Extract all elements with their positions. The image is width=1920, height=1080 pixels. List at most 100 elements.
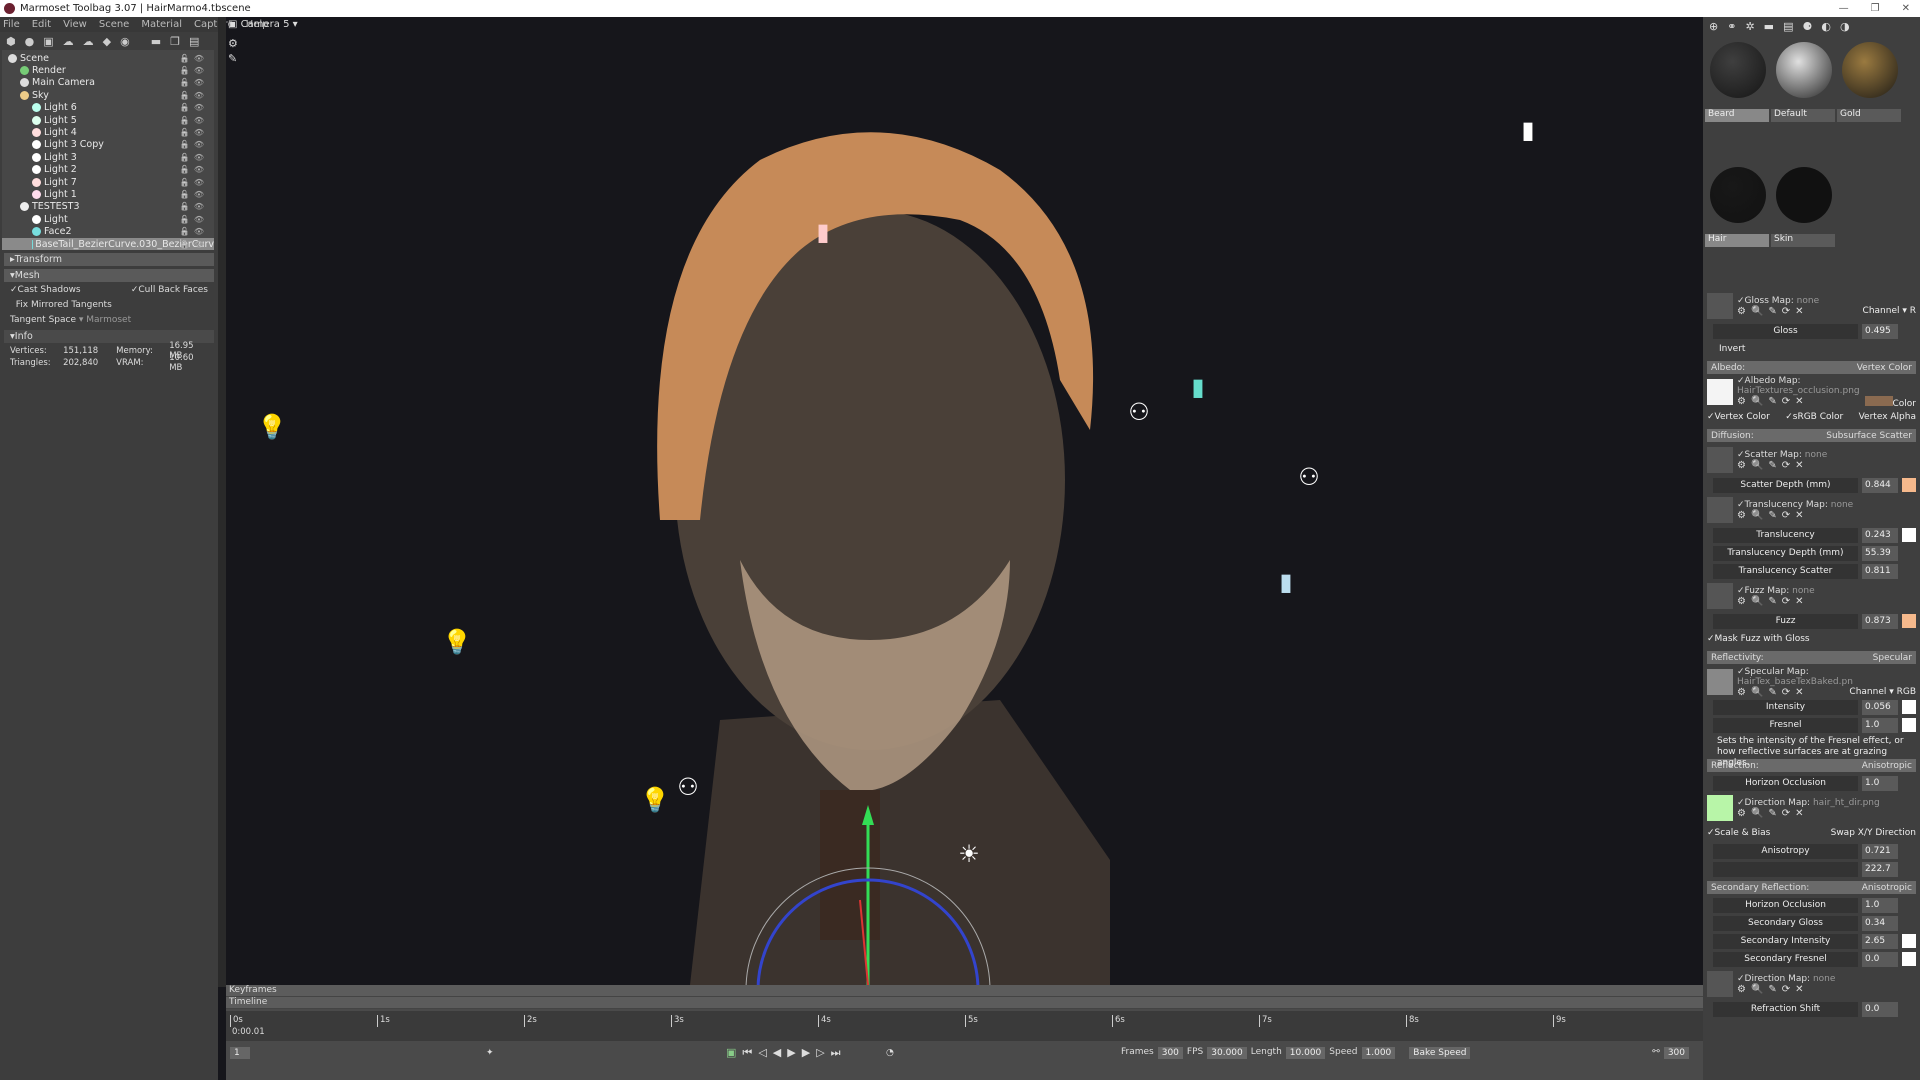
- duplicate-material-icon[interactable]: ⚭: [1727, 20, 1736, 33]
- section-header[interactable]: Diffusion: Subsurface Scatter: [1707, 429, 1916, 442]
- slider-value-field[interactable]: 1.0: [1862, 775, 1898, 791]
- property-slider[interactable]: Intensity: [1713, 699, 1858, 715]
- color-swatch[interactable]: [1864, 395, 1893, 406]
- tangent-space-dropdown[interactable]: ▾ Marmoset: [79, 315, 131, 325]
- sun-light-icon[interactable]: ☀: [958, 840, 980, 868]
- map-tool-icons[interactable]: ⚙🔍✎⟳✕: [1737, 687, 1809, 698]
- texture-thumbnail[interactable]: [1707, 379, 1733, 405]
- step-back-icon[interactable]: ◀: [773, 1046, 787, 1059]
- property-slider[interactable]: Translucency Depth (mm): [1713, 545, 1858, 561]
- map-file-value[interactable]: HairTex_baseTexBaked.pn: [1737, 677, 1853, 687]
- map-file-value[interactable]: none: [1797, 296, 1819, 306]
- tree-item[interactable]: Render 🔓👁: [2, 64, 214, 76]
- map-enabled-checkbox[interactable]: ✓: [1737, 974, 1745, 984]
- slider-value-field[interactable]: 0.0: [1862, 1001, 1898, 1017]
- slider-value-field[interactable]: 55.39: [1862, 545, 1898, 561]
- transform-section-header[interactable]: ▸ Transform: [4, 253, 214, 266]
- texture-thumbnail[interactable]: [1707, 293, 1733, 319]
- light-icon[interactable]: ▮: [1279, 568, 1292, 596]
- texture-thumbnail[interactable]: [1707, 583, 1733, 609]
- map-enabled-checkbox[interactable]: ✓: [1737, 450, 1745, 460]
- assign-icon[interactable]: ⚈: [1802, 20, 1812, 33]
- lock-visibility-icons[interactable]: 🔓👁: [180, 91, 208, 100]
- channel-dropdown[interactable]: Channel ▾ R: [1863, 306, 1916, 317]
- length-field[interactable]: 10.000: [1285, 1047, 1326, 1059]
- light-icon[interactable]: ▮: [816, 218, 829, 246]
- color-swatch[interactable]: [1902, 844, 1916, 858]
- material-thumbnail[interactable]: Skin: [1771, 164, 1837, 247]
- add-shadow-icon[interactable]: ◆: [103, 35, 111, 48]
- tree-item[interactable]: Light 1 🔓👁: [2, 188, 214, 200]
- property-checkbox[interactable]: ✓Mask Fuzz with Gloss: [1707, 634, 1810, 644]
- tree-item[interactable]: Light 7 🔓👁: [2, 176, 214, 188]
- add-mesh-icon[interactable]: ⬢: [6, 35, 16, 48]
- color-swatch[interactable]: [1902, 898, 1916, 912]
- tree-item[interactable]: Main Camera 🔓👁: [2, 77, 214, 89]
- map-enabled-checkbox[interactable]: ✓: [1737, 376, 1745, 386]
- material-thumbnail[interactable]: Default: [1771, 39, 1837, 122]
- settings-icon[interactable]: ◑: [1840, 20, 1850, 33]
- light-icon[interactable]: ▮: [1521, 116, 1534, 144]
- prev-key-icon[interactable]: ◁: [758, 1046, 772, 1059]
- tree-item[interactable]: Light 3 🔓👁: [2, 151, 214, 163]
- light-icon[interactable]: 💡: [640, 786, 670, 814]
- lock-visibility-icons[interactable]: 🔓👁: [180, 140, 208, 149]
- menu-file[interactable]: File: [3, 19, 20, 30]
- tree-item[interactable]: Sky 🔓👁: [2, 89, 214, 101]
- step-forward-icon[interactable]: ▶: [802, 1046, 816, 1059]
- tree-item[interactable]: Scene 🔓👁: [2, 52, 214, 64]
- skip-start-icon[interactable]: ⏮: [742, 1046, 758, 1059]
- lock-visibility-icons[interactable]: 🔓👁: [180, 215, 208, 224]
- color-swatch[interactable]: [1902, 862, 1916, 876]
- map-file-value[interactable]: none: [1813, 974, 1835, 984]
- slider-value-field[interactable]: 0.873: [1862, 613, 1898, 629]
- property-slider[interactable]: Secondary Gloss: [1713, 915, 1858, 931]
- color-swatch[interactable]: [1902, 1002, 1916, 1016]
- map-enabled-checkbox[interactable]: ✓: [1737, 586, 1745, 596]
- section-header[interactable]: Secondary Reflection: Anisotropic: [1707, 881, 1916, 894]
- material-thumbnail[interactable]: Gold: [1837, 39, 1903, 122]
- map-tool-icons[interactable]: ⚙🔍✎⟳✕: [1737, 596, 1809, 607]
- tree-item[interactable]: Light 4 🔓👁: [2, 126, 214, 138]
- material-thumbnail[interactable]: Hair: [1705, 164, 1771, 247]
- property-slider[interactable]: Scatter Depth (mm): [1713, 477, 1858, 493]
- section-mode-dropdown[interactable]: Vertex Color: [1857, 363, 1912, 373]
- map-tool-icons[interactable]: ⚙🔍✎⟳✕: [1737, 808, 1809, 819]
- tree-item[interactable]: Light 🔓👁: [2, 213, 214, 225]
- camera-icon[interactable]: ⚇: [1128, 398, 1150, 426]
- property-slider[interactable]: Fuzz: [1713, 613, 1858, 629]
- texture-thumbnail[interactable]: [1707, 497, 1733, 523]
- section-mode-dropdown[interactable]: Specular: [1873, 653, 1912, 663]
- bake-speed-button[interactable]: Bake Speed: [1409, 1047, 1471, 1059]
- map-enabled-checkbox[interactable]: ✓: [1737, 798, 1745, 808]
- color-swatch[interactable]: [1902, 528, 1916, 542]
- slider-value-field[interactable]: 0.844: [1862, 477, 1898, 493]
- texture-thumbnail[interactable]: [1707, 971, 1733, 997]
- property-slider[interactable]: Secondary Fresnel: [1713, 951, 1858, 967]
- tree-item[interactable]: Light 5 🔓👁: [2, 114, 214, 126]
- camera-icon[interactable]: ⚇: [677, 773, 699, 801]
- map-file-value[interactable]: none: [1792, 586, 1814, 596]
- lock-visibility-icons[interactable]: 🔓👁: [180, 103, 208, 112]
- lock-visibility-icons[interactable]: 🔓👁: [180, 116, 208, 125]
- property-slider[interactable]: Fresnel: [1713, 717, 1858, 733]
- speed-icon[interactable]: ◔: [886, 1048, 894, 1058]
- mesh-section-header[interactable]: ▾ Mesh: [4, 269, 214, 282]
- character-head-model[interactable]: [657, 132, 1110, 985]
- lock-visibility-icons[interactable]: 🔓👁: [180, 54, 208, 63]
- tree-item[interactable]: BaseTail_BezierCurve.030_BezierCurv 🔓👁: [2, 237, 214, 251]
- color-swatch[interactable]: [1902, 934, 1916, 948]
- loop-icon[interactable]: ▣: [726, 1046, 742, 1059]
- lock-visibility-icons[interactable]: 🔓👁: [180, 153, 208, 162]
- map-file-value[interactable]: hair_ht_dir.png: [1813, 798, 1880, 808]
- keyframe-tool-icon[interactable]: ✦: [486, 1048, 494, 1058]
- menu-scene[interactable]: Scene: [99, 19, 130, 30]
- link-icon[interactable]: ⚯: [1652, 1047, 1660, 1059]
- folder-icon[interactable]: ▬: [151, 35, 161, 48]
- lock-visibility-icons[interactable]: 🔓👁: [180, 78, 208, 87]
- current-frame-field[interactable]: 1: [230, 1047, 250, 1059]
- speed-field[interactable]: 1.000: [1361, 1047, 1396, 1059]
- color-swatch[interactable]: [1902, 546, 1916, 560]
- material-library-icon[interactable]: ✲: [1745, 20, 1754, 33]
- texture-thumbnail[interactable]: [1707, 669, 1733, 695]
